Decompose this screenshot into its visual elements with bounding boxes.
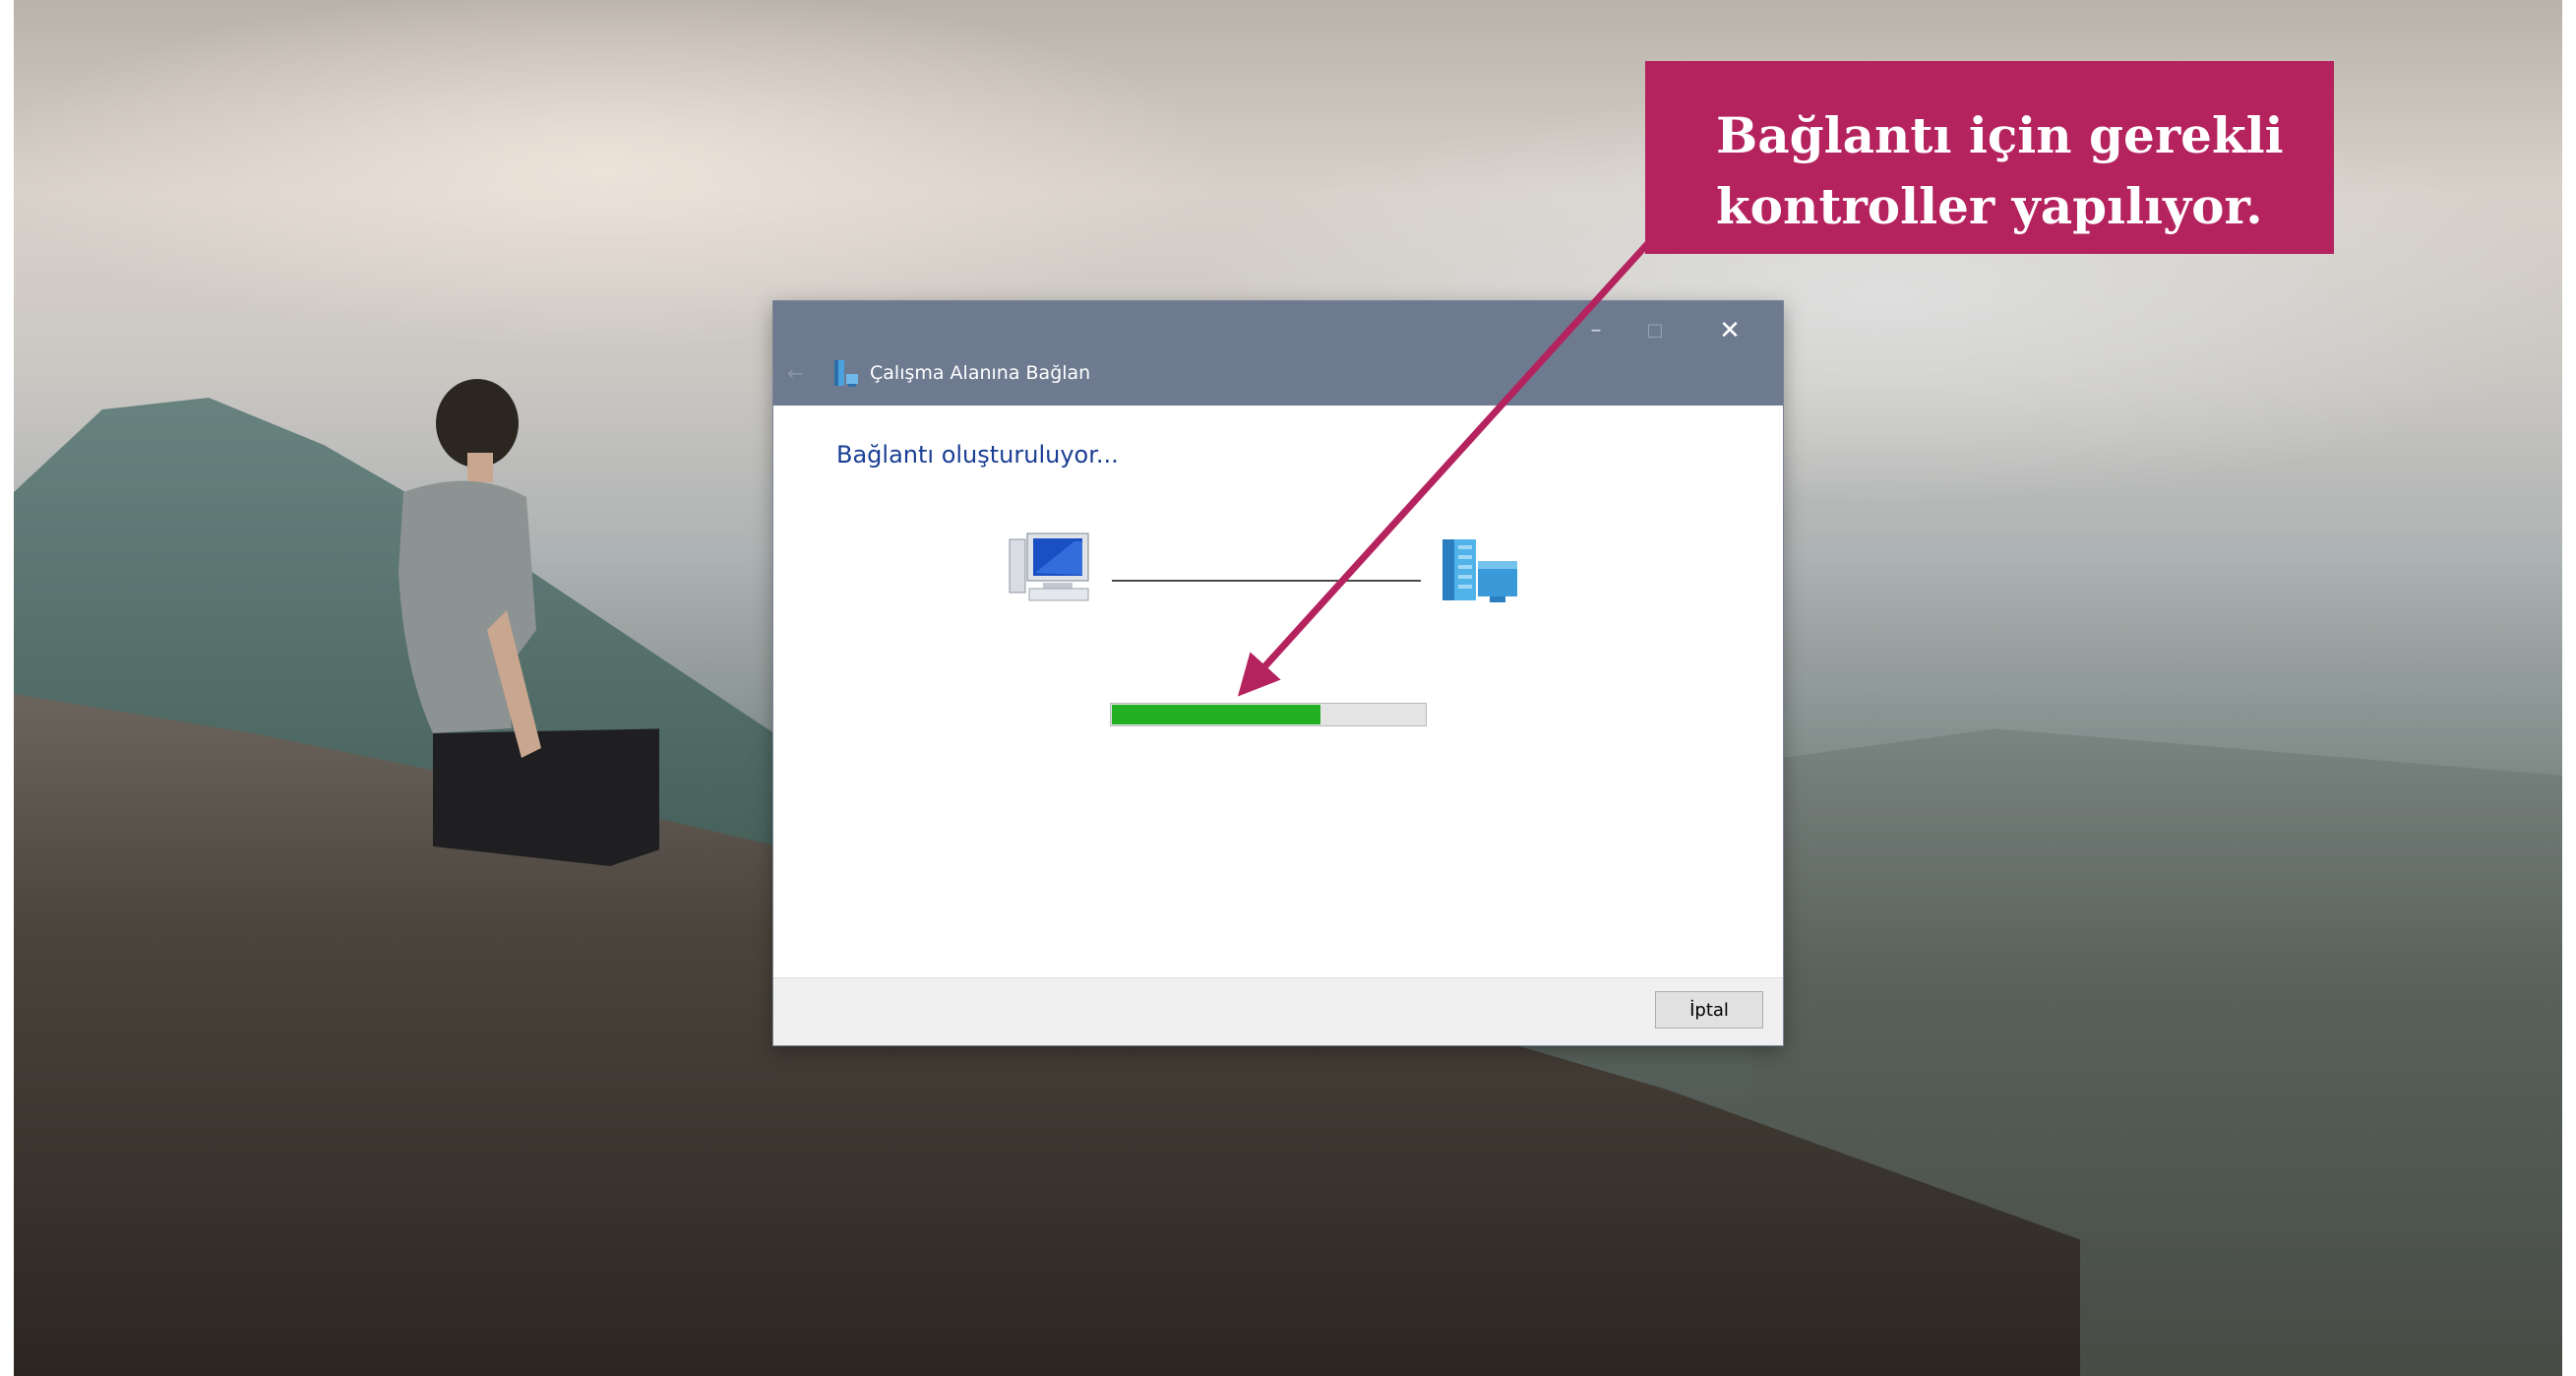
- window-title: Çalışma Alanına Bağlan: [870, 362, 1091, 384]
- wallpaper-person: [399, 379, 659, 866]
- computer-icon: [1009, 532, 1089, 601]
- dialog-footer: İptal: [773, 977, 1783, 1045]
- connect-workplace-dialog: – □ ✕ ← Çalışma Alanına Bağlan Bağlantı …: [773, 301, 1783, 1045]
- maximize-button[interactable]: □: [1629, 311, 1681, 350]
- cancel-button[interactable]: İptal: [1655, 991, 1763, 1029]
- title-bar[interactable]: – □ ✕ ← Çalışma Alanına Bağlan: [773, 301, 1783, 406]
- workplace-connection-icon: [834, 360, 858, 387]
- minimize-button[interactable]: –: [1570, 311, 1622, 350]
- callout-box: Bağlantı için gerekli kontroller yapılıy…: [1645, 61, 2334, 254]
- close-button[interactable]: ✕: [1704, 311, 1755, 350]
- connection-line: [1112, 580, 1421, 582]
- connection-status-text: Bağlantı oluşturuluyor...: [836, 441, 1119, 469]
- server-icon: [1442, 539, 1517, 602]
- back-arrow-icon[interactable]: ←: [787, 358, 811, 388]
- progress-bar-fill: [1112, 705, 1321, 724]
- progress-bar: [1110, 703, 1427, 726]
